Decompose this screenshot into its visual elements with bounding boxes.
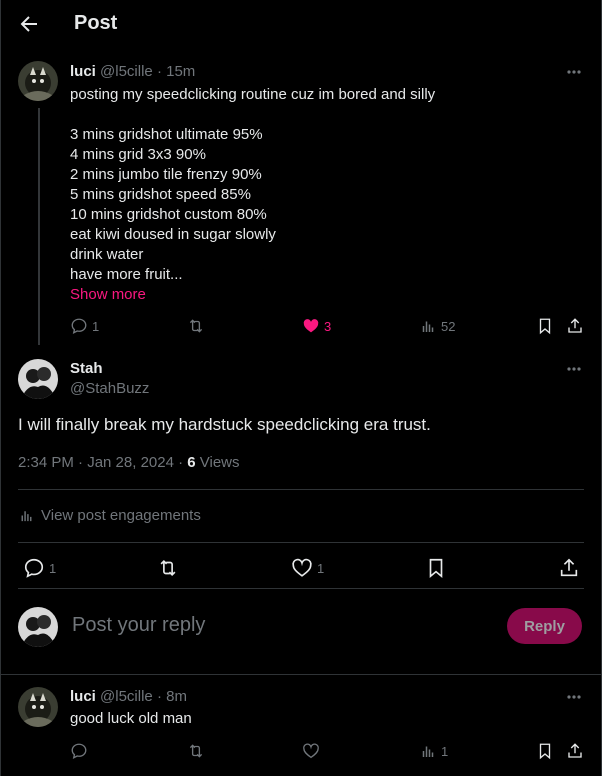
post-text-line: eat kiwi doused in sugar slowly <box>70 226 276 243</box>
post-text-line: 3 mins gridshot ultimate 95% <box>70 126 263 143</box>
avatar[interactable] <box>18 687 58 727</box>
author-name[interactable]: luci <box>70 63 96 80</box>
bookmark-button[interactable] <box>536 317 554 335</box>
share-icon <box>568 743 582 758</box>
heart-icon <box>303 743 319 759</box>
author-handle[interactable]: @l5cille <box>100 688 153 705</box>
reply-button[interactable]: 1 <box>23 557 56 579</box>
author-name[interactable]: Stah <box>70 360 103 377</box>
reply-button[interactable] <box>70 742 88 760</box>
author-name[interactable]: luci <box>70 688 96 705</box>
bookmark-icon <box>539 318 551 335</box>
divider <box>18 489 584 490</box>
post-metadata: 2:34 PM · Jan 28, 2024 · 6 Views <box>18 454 240 471</box>
post-text-line: drink water <box>70 246 144 263</box>
views-button[interactable]: 1 <box>419 742 448 760</box>
reply-icon <box>71 318 87 334</box>
repost-icon <box>189 319 203 333</box>
bookmark-icon <box>539 743 551 760</box>
post-time[interactable]: 15m <box>166 63 195 80</box>
bookmark-button[interactable] <box>536 742 554 760</box>
repost-button[interactable] <box>187 742 205 760</box>
share-button[interactable] <box>566 742 584 760</box>
bookmark-button[interactable] <box>425 557 447 579</box>
page-title: Post <box>74 12 118 34</box>
divider <box>18 588 584 589</box>
reply-icon <box>71 743 87 759</box>
more-options-icon[interactable] <box>565 688 583 706</box>
reply-count: 1 <box>49 560 57 576</box>
engagements-label: View post engagements <box>41 507 201 524</box>
bookmark-icon <box>429 558 443 579</box>
thread-connector-line <box>38 108 40 345</box>
post-text-line: 5 mins gridshot speed 85% <box>70 186 251 203</box>
more-options-icon[interactable] <box>565 63 583 81</box>
page-header: Post <box>1 0 601 48</box>
post-author-row: luci @l5cille · 8m <box>70 688 187 705</box>
post-body-text: I will finally break my hardstuck speedc… <box>18 415 431 434</box>
views-count: 6 <box>187 454 196 471</box>
like-button[interactable] <box>302 742 320 760</box>
reply-button[interactable]: 1 <box>70 317 99 335</box>
more-options-icon[interactable] <box>565 360 583 378</box>
share-button[interactable] <box>566 317 584 335</box>
post-text-line: 2 mins jumbo tile frenzy 90% <box>70 166 262 183</box>
divider <box>1 674 602 675</box>
views-button[interactable]: 52 <box>419 317 455 335</box>
repost-button[interactable] <box>187 317 205 335</box>
like-count: 1 <box>317 560 325 576</box>
reply-count: 1 <box>92 318 100 334</box>
reply-input[interactable]: Post your reply <box>72 614 205 637</box>
post-author-row: luci @l5cille · 15m <box>70 63 196 80</box>
analytics-icon <box>422 321 434 332</box>
views-label: Views <box>195 454 240 471</box>
divider <box>18 542 584 543</box>
avatar[interactable] <box>18 61 58 101</box>
avatar <box>18 607 58 647</box>
share-button[interactable] <box>558 557 580 579</box>
back-arrow-icon[interactable] <box>17 12 41 36</box>
repost-icon <box>189 744 203 758</box>
post-time[interactable]: 8m <box>166 688 187 705</box>
post-text-line: 4 mins grid 3x3 90% <box>70 146 206 163</box>
heart-filled-icon <box>303 319 319 333</box>
like-count: 3 <box>324 318 332 334</box>
reply-submit-button[interactable]: Reply <box>507 608 582 644</box>
repost-button[interactable] <box>157 557 179 579</box>
post-text-line: posting my speedclicking routine cuz im … <box>70 86 436 103</box>
heart-icon <box>292 558 312 577</box>
like-button[interactable]: 1 <box>291 557 324 579</box>
post-text-line: 10 mins gridshot custom 80% <box>70 206 267 223</box>
share-icon <box>568 318 582 333</box>
post-timestamp[interactable]: 2:34 PM · Jan 28, 2024 · <box>18 454 187 471</box>
like-button[interactable]: 3 <box>302 317 331 335</box>
repost-icon <box>160 559 176 577</box>
author-handle[interactable]: @l5cille <box>100 63 153 80</box>
analytics-icon <box>21 511 32 522</box>
analytics-icon <box>422 746 434 757</box>
views-count: 1 <box>441 743 449 759</box>
show-more-link[interactable]: Show more <box>70 286 146 303</box>
post-body-text: good luck old man <box>70 710 192 727</box>
author-handle[interactable]: @StahBuzz <box>70 380 149 397</box>
post-text-line: have more fruit... <box>70 266 183 283</box>
view-engagements-link[interactable]: View post engagements <box>18 507 201 524</box>
avatar[interactable] <box>18 359 58 399</box>
reply-icon <box>24 558 44 578</box>
share-icon <box>560 558 578 577</box>
views-count: 52 <box>441 318 456 334</box>
post-page: Post luci @l5cille · 15m posting my spee… <box>0 0 602 776</box>
